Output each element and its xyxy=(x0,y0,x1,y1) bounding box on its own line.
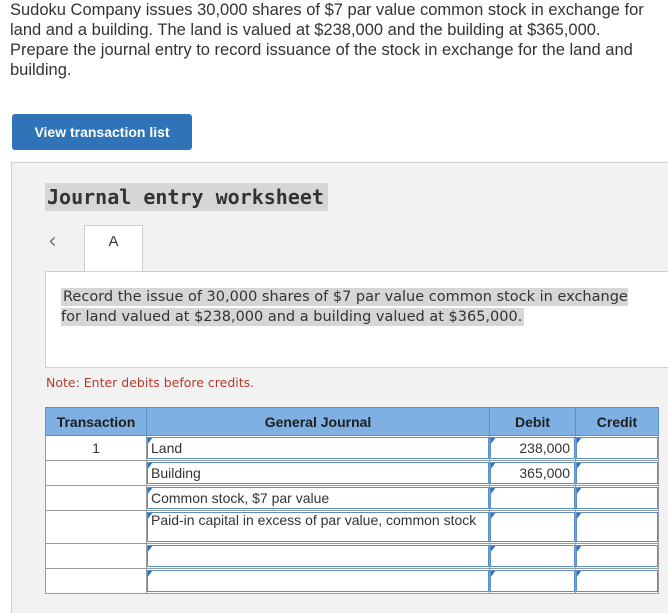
account-input[interactable]: Common stock, $7 par value xyxy=(147,487,489,509)
account-input[interactable] xyxy=(147,570,489,592)
debit-cell[interactable] xyxy=(489,568,576,594)
input-marker-icon xyxy=(491,571,496,578)
input-marker-icon xyxy=(577,571,582,578)
input-marker-icon xyxy=(577,463,582,470)
account-cell[interactable]: Land xyxy=(146,435,490,461)
debit-value: 365,000 xyxy=(519,465,570,481)
debit-input[interactable] xyxy=(490,487,575,509)
input-marker-icon xyxy=(491,438,496,445)
debit-input[interactable] xyxy=(490,545,575,567)
question-line: land and a building. The land is valued … xyxy=(10,21,601,39)
input-marker-icon xyxy=(491,463,496,470)
transaction-number: 1 xyxy=(45,435,147,461)
debit-value: 238,000 xyxy=(519,440,570,456)
credit-input[interactable] xyxy=(576,512,658,542)
header-debit: Debit xyxy=(489,407,576,436)
journal-entry-worksheet: Journal entry worksheet ‹ A Record the i… xyxy=(11,162,668,613)
account-cell[interactable]: Paid-in capital in excess of par value, … xyxy=(146,510,490,544)
table-row: Paid-in capital in excess of par value, … xyxy=(45,510,659,544)
journal-table: Transaction General Journal Debit Credit… xyxy=(45,407,659,594)
account-value: Common stock, $7 par value xyxy=(151,490,330,506)
account-cell[interactable]: Building xyxy=(146,460,490,486)
instruction-panel: Record the issue of 30,000 shares of $7 … xyxy=(45,271,668,368)
credit-cell[interactable] xyxy=(575,435,659,461)
credit-cell[interactable] xyxy=(575,543,659,569)
account-value: Land xyxy=(151,440,183,456)
question-line: Sudoku Company issues 30,000 shares of $… xyxy=(10,1,644,19)
question-text: Sudoku Company issues 30,000 shares of $… xyxy=(10,0,668,80)
instruction-highlight: Record the issue of 30,000 shares of $7 … xyxy=(61,288,628,326)
input-marker-icon xyxy=(577,438,582,445)
debit-input[interactable] xyxy=(490,570,575,592)
account-cell[interactable] xyxy=(146,543,490,569)
input-marker-icon xyxy=(148,463,153,470)
credit-input[interactable] xyxy=(576,437,658,459)
view-transaction-list-button[interactable]: View transaction list xyxy=(12,114,192,150)
question-line: Prepare the journal entry to record issu… xyxy=(10,41,633,59)
credit-cell[interactable] xyxy=(575,460,659,486)
transaction-number xyxy=(45,543,147,569)
account-input[interactable]: Paid-in capital in excess of par value, … xyxy=(147,512,489,542)
input-marker-icon xyxy=(148,438,153,445)
input-marker-icon xyxy=(577,513,582,520)
table-row: Common stock, $7 par value xyxy=(45,485,659,511)
credit-cell[interactable] xyxy=(575,485,659,511)
credit-cell[interactable] xyxy=(575,568,659,594)
input-marker-icon xyxy=(148,546,153,553)
debit-input[interactable]: 238,000 xyxy=(490,437,575,459)
question-line: building. xyxy=(10,61,72,79)
account-input[interactable]: Building xyxy=(147,462,489,484)
debit-cell[interactable]: 238,000 xyxy=(489,435,576,461)
input-marker-icon xyxy=(148,488,153,495)
debit-cell[interactable] xyxy=(489,510,576,544)
transaction-number xyxy=(45,485,147,511)
input-marker-icon xyxy=(577,488,582,495)
credit-cell[interactable] xyxy=(575,510,659,544)
input-marker-icon xyxy=(148,571,153,578)
input-marker-icon xyxy=(491,488,496,495)
input-marker-icon xyxy=(491,513,496,520)
account-cell[interactable]: Common stock, $7 par value xyxy=(146,485,490,511)
tab-a[interactable]: A xyxy=(84,225,143,274)
table-row: Building 365,000 xyxy=(45,460,659,486)
debit-cell[interactable] xyxy=(489,485,576,511)
transaction-number xyxy=(45,568,147,594)
credit-input[interactable] xyxy=(576,570,658,592)
instruction-text: Record the issue of 30,000 shares of $7 … xyxy=(61,287,651,327)
transaction-number xyxy=(45,510,147,544)
input-marker-icon xyxy=(148,513,153,520)
debit-cell[interactable]: 365,000 xyxy=(489,460,576,486)
debit-cell[interactable] xyxy=(489,543,576,569)
account-cell[interactable] xyxy=(146,568,490,594)
input-marker-icon xyxy=(491,546,496,553)
worksheet-title: Journal entry worksheet xyxy=(45,183,328,211)
header-general-journal: General Journal xyxy=(146,407,490,436)
debit-input[interactable] xyxy=(490,512,575,542)
table-row xyxy=(45,568,659,594)
credit-input[interactable] xyxy=(576,462,658,484)
table-row: 1 Land 238,000 xyxy=(45,435,659,461)
account-value: Paid-in capital in excess of par value, … xyxy=(151,512,477,528)
chevron-left-icon[interactable]: ‹ xyxy=(48,229,57,254)
header-credit: Credit xyxy=(575,407,659,436)
account-input[interactable]: Land xyxy=(147,437,489,459)
table-row xyxy=(45,543,659,569)
account-input[interactable] xyxy=(147,545,489,567)
note-text: Note: Enter debits before credits. xyxy=(46,375,255,390)
transaction-number xyxy=(45,460,147,486)
credit-input[interactable] xyxy=(576,487,658,509)
account-value: Building xyxy=(151,465,201,481)
header-transaction: Transaction xyxy=(45,407,147,436)
credit-input[interactable] xyxy=(576,545,658,567)
input-marker-icon xyxy=(577,546,582,553)
debit-input[interactable]: 365,000 xyxy=(490,462,575,484)
